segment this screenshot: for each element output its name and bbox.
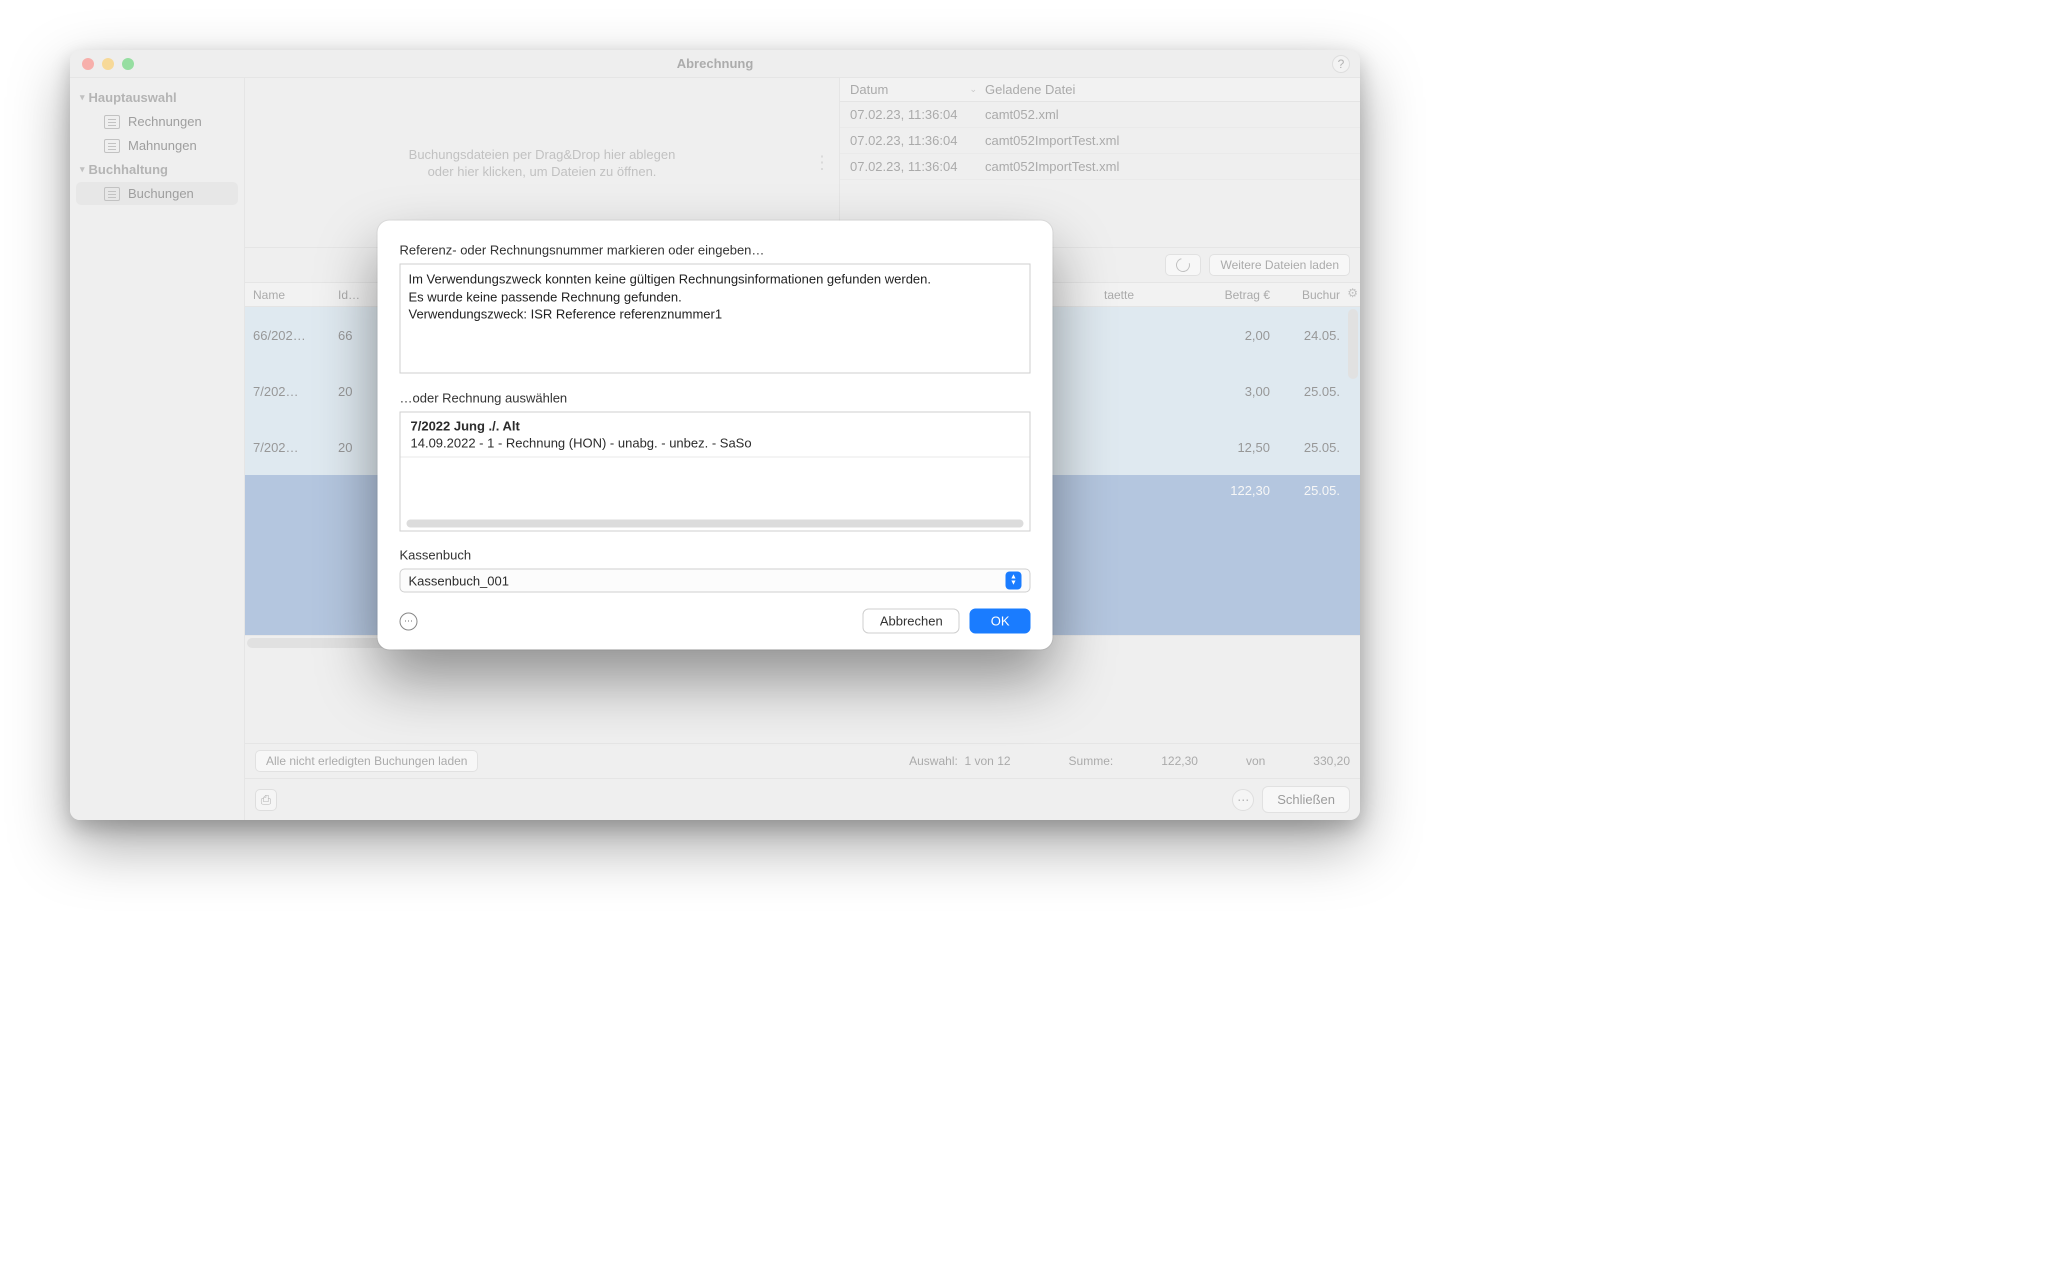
modal-more-button[interactable]: ⋯ bbox=[400, 612, 418, 630]
list-item-title: 7/2022 Jung ./. Alt bbox=[401, 413, 1030, 434]
sort-caret-icon[interactable]: ⌄ bbox=[969, 84, 977, 95]
load-more-files-label: Weitere Dateien laden bbox=[1220, 258, 1339, 272]
kassenbuch-select[interactable]: Kassenbuch_001 ▲▼ bbox=[400, 569, 1031, 593]
auswahl-value: 1 von 12 bbox=[965, 754, 1011, 768]
listbox-scrollbar[interactable] bbox=[407, 520, 1024, 528]
invoice-icon bbox=[104, 115, 120, 129]
list-item-subtitle: 14.09.2022 - 1 - Rechnung (HON) - unabg.… bbox=[401, 434, 1030, 458]
dropzone-text-1: Buchungsdateien per Drag&Drop hier ableg… bbox=[409, 147, 676, 162]
refresh-icon bbox=[1174, 255, 1193, 274]
cell-buch: 24.05. bbox=[1278, 328, 1348, 343]
chevron-down-icon: ▾ bbox=[80, 164, 85, 175]
sidebar-section-buchhaltung[interactable]: ▾ Buchhaltung bbox=[70, 158, 244, 181]
status-bar: Alle nicht erledigten Buchungen laden Au… bbox=[245, 743, 1360, 778]
column-header-name[interactable]: Name bbox=[253, 288, 285, 302]
kassenbuch-value: Kassenbuch_001 bbox=[409, 573, 509, 588]
cell-betrag: 122,30 bbox=[1158, 483, 1278, 498]
reference-textarea[interactable] bbox=[400, 264, 1031, 374]
cell-buch: 25.05. bbox=[1278, 384, 1348, 399]
cell-buch: 25.05. bbox=[1278, 483, 1348, 498]
cell-name: 66/202… bbox=[245, 328, 330, 343]
cell-betrag: 3,00 bbox=[1158, 384, 1278, 399]
column-header-datei[interactable]: Geladene Datei bbox=[985, 82, 1075, 97]
refresh-button[interactable] bbox=[1165, 254, 1201, 276]
cell-betrag: 2,00 bbox=[1158, 328, 1278, 343]
sidebar-item-label: Mahnungen bbox=[128, 138, 197, 153]
cell-datum: 07.02.23, 11:36:04 bbox=[850, 159, 985, 174]
invoice-listbox[interactable]: 7/2022 Jung ./. Alt 14.09.2022 - 1 - Rec… bbox=[400, 412, 1031, 532]
column-header-buchur[interactable]: Buchur bbox=[1302, 288, 1340, 302]
printer-icon: ⎙ bbox=[261, 792, 271, 808]
chevron-down-icon: ▾ bbox=[80, 92, 85, 103]
sidebar-item-mahnungen[interactable]: Mahnungen bbox=[76, 134, 238, 157]
cancel-label: Abbrechen bbox=[880, 614, 943, 629]
pick-invoice-label: …oder Rechnung auswählen bbox=[400, 391, 1031, 406]
load-all-bookings-label: Alle nicht erledigten Buchungen laden bbox=[266, 754, 467, 768]
sidebar-section-label: Buchhaltung bbox=[89, 162, 168, 177]
more-options-button[interactable]: ⋯ bbox=[1232, 789, 1254, 811]
kassenbuch-label: Kassenbuch bbox=[400, 548, 1031, 563]
cell-name: 7/202… bbox=[245, 384, 330, 399]
summe-label: Summe: bbox=[1069, 754, 1114, 768]
file-list-header: Datum ⌄ Geladene Datei bbox=[840, 78, 1360, 102]
summe-value: 122,30 bbox=[1161, 754, 1198, 768]
dropzone-handle-icon[interactable]: ⋮ bbox=[813, 152, 831, 173]
cell-datei: camt052ImportTest.xml bbox=[985, 133, 1350, 148]
close-button-label: Schließen bbox=[1277, 792, 1335, 807]
reminder-icon bbox=[104, 139, 120, 153]
sidebar-section-label: Hauptauswahl bbox=[89, 90, 177, 105]
cell-betrag: 12,50 bbox=[1158, 440, 1278, 455]
sidebar-item-buchungen[interactable]: Buchungen bbox=[76, 182, 238, 205]
auswahl-label: Auswahl: bbox=[909, 754, 958, 768]
help-button[interactable]: ? bbox=[1332, 55, 1350, 73]
cancel-button[interactable]: Abbrechen bbox=[863, 609, 960, 634]
sidebar-item-label: Buchungen bbox=[128, 186, 194, 201]
close-button[interactable]: Schließen bbox=[1262, 786, 1350, 813]
scrollbar-thumb[interactable] bbox=[1348, 309, 1358, 379]
load-more-files-button[interactable]: Weitere Dateien laden bbox=[1209, 254, 1350, 276]
sidebar-section-hauptauswahl[interactable]: ▾ Hauptauswahl bbox=[70, 86, 244, 109]
cell-datei: camt052ImportTest.xml bbox=[985, 159, 1350, 174]
file-list-row[interactable]: 07.02.23, 11:36:04 camt052.xml bbox=[840, 102, 1360, 128]
cell-datei: camt052.xml bbox=[985, 107, 1350, 122]
ellipsis-icon: ⋯ bbox=[404, 616, 413, 627]
cell-datum: 07.02.23, 11:36:04 bbox=[850, 133, 985, 148]
file-list-row[interactable]: 07.02.23, 11:36:04 camt052ImportTest.xml bbox=[840, 154, 1360, 180]
ok-button[interactable]: OK bbox=[970, 609, 1031, 634]
von-label: von bbox=[1246, 754, 1265, 768]
file-list-row[interactable]: 07.02.23, 11:36:04 camt052ImportTest.xml bbox=[840, 128, 1360, 154]
column-header-datum[interactable]: Datum bbox=[850, 82, 888, 97]
reference-label: Referenz- oder Rechnungsnummer markieren… bbox=[400, 243, 1031, 258]
cell-buch: 25.05. bbox=[1278, 440, 1348, 455]
column-header-taette[interactable]: taette bbox=[1104, 288, 1134, 302]
print-button[interactable]: ⎙ bbox=[255, 789, 277, 811]
column-header-betrag[interactable]: Betrag € bbox=[1225, 288, 1270, 302]
vertical-scrollbar[interactable] bbox=[1346, 307, 1360, 635]
ellipsis-icon: ⋯ bbox=[1237, 793, 1249, 807]
sidebar: ▾ Hauptauswahl Rechnungen Mahnungen ▾ Bu… bbox=[70, 78, 245, 820]
sidebar-item-label: Rechnungen bbox=[128, 114, 202, 129]
ok-label: OK bbox=[991, 614, 1010, 629]
dropzone-text-2: oder hier klicken, um Dateien zu öffnen. bbox=[428, 164, 657, 179]
cell-name: 7/202… bbox=[245, 440, 330, 455]
column-header-id[interactable]: Id… bbox=[338, 288, 360, 302]
cell-datum: 07.02.23, 11:36:04 bbox=[850, 107, 985, 122]
table-settings-icon[interactable]: ⚙ bbox=[1347, 286, 1358, 300]
window-footer: ⎙ ⋯ Schließen bbox=[245, 778, 1360, 820]
sidebar-item-rechnungen[interactable]: Rechnungen bbox=[76, 110, 238, 133]
total-value: 330,20 bbox=[1313, 754, 1350, 768]
reference-modal: Referenz- oder Rechnungsnummer markieren… bbox=[378, 221, 1053, 650]
select-arrows-icon: ▲▼ bbox=[1006, 572, 1022, 590]
main-window: Abrechnung ? ▾ Hauptauswahl Rechnungen M… bbox=[70, 50, 1360, 820]
load-all-bookings-button[interactable]: Alle nicht erledigten Buchungen laden bbox=[255, 750, 478, 772]
titlebar: Abrechnung ? bbox=[70, 50, 1360, 78]
bookings-icon bbox=[104, 187, 120, 201]
window-title: Abrechnung bbox=[70, 56, 1360, 71]
